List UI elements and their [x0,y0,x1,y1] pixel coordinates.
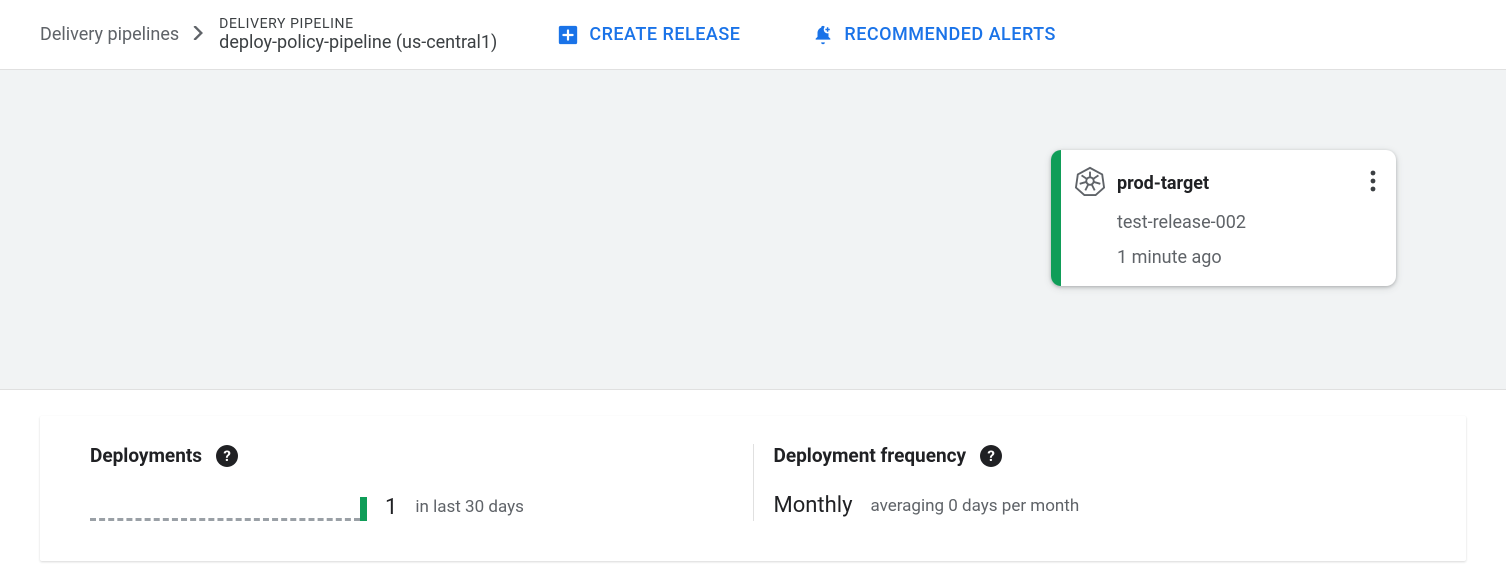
pipeline-canvas[interactable]: prod-target test-release-002 1 minute ag… [0,70,1506,390]
pipeline-label: DELIVERY PIPELINE [219,16,497,32]
target-name: prod-target [1117,173,1354,194]
create-release-label: CREATE RELEASE [589,24,740,45]
deployments-sparkline [90,493,367,521]
target-time: 1 minute ago [1117,247,1380,268]
metrics-panel: Deployments ? 1 in last 30 days Deployme… [40,416,1466,561]
breadcrumb-current: DELIVERY PIPELINE deploy-policy-pipeline… [219,16,497,53]
kubernetes-icon [1075,166,1105,200]
deployments-suffix: in last 30 days [415,497,524,517]
deployments-value: 1 [385,495,397,520]
breadcrumb: Delivery pipelines DELIVERY PIPELINE dep… [40,16,497,53]
top-bar: Delivery pipelines DELIVERY PIPELINE dep… [0,0,1506,70]
target-card[interactable]: prod-target test-release-002 1 minute ag… [1051,150,1396,286]
bell-plus-icon [812,24,834,46]
metric-deployments: Deployments ? 1 in last 30 days [70,444,753,521]
metric-frequency: Deployment frequency ? Monthly averaging… [753,444,1437,521]
more-vert-icon[interactable] [1366,166,1380,200]
plus-box-icon [557,24,579,46]
frequency-suffix: averaging 0 days per month [870,496,1079,516]
recommended-alerts-button[interactable]: RECOMMENDED ALERTS [800,16,1068,54]
help-icon[interactable]: ? [216,445,238,467]
frequency-value: Monthly [774,493,853,518]
metric-deployments-title: Deployments [90,444,202,467]
help-icon[interactable]: ? [980,445,1002,467]
metric-frequency-title: Deployment frequency [774,444,967,467]
chevron-right-icon [193,25,205,44]
recommended-alerts-label: RECOMMENDED ALERTS [844,24,1056,45]
target-release: test-release-002 [1117,212,1380,233]
pipeline-name: deploy-policy-pipeline (us-central1) [219,32,497,53]
create-release-button[interactable]: CREATE RELEASE [545,16,752,54]
breadcrumb-root-link[interactable]: Delivery pipelines [40,24,179,45]
